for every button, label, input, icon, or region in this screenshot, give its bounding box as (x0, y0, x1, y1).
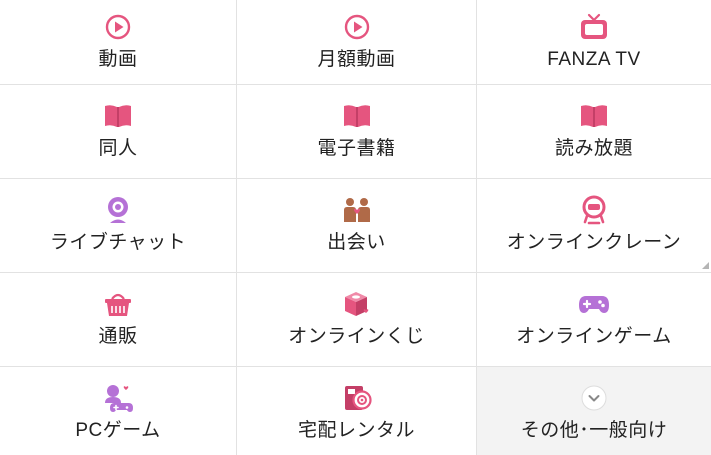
menu-item-label: 動画 (98, 49, 138, 70)
menu-item-label: 宅配レンタル (297, 420, 415, 441)
menu-item-label: オンラインくじ (288, 326, 425, 347)
chevron-down-icon (578, 383, 610, 413)
menu-item-label: ライブチャット (49, 232, 187, 253)
menu-item-dating[interactable]: 出会い (237, 179, 477, 273)
menu-item-online-games[interactable]: オンラインゲーム (477, 273, 711, 367)
menu-item-label: PCゲーム (75, 420, 161, 441)
menu-item-shopping[interactable]: 通販 (0, 273, 237, 367)
menu-item-monthly-video[interactable]: 月額動画 (237, 0, 477, 85)
tv-icon (578, 12, 610, 42)
menu-item-fanza-tv[interactable]: FANZA TV (477, 0, 711, 85)
menu-item-label: オンラインクレーン (506, 232, 682, 253)
menu-item-label: 月額動画 (317, 49, 396, 70)
menu-item-unlimited-reading[interactable]: 読み放題 (477, 85, 711, 179)
menu-item-label: 電子書籍 (317, 138, 396, 159)
menu-item-live-chat[interactable]: ライブチャット (0, 179, 237, 273)
rental-disc-icon (341, 383, 373, 413)
menu-item-others-general[interactable]: その他･一般向け (477, 367, 711, 455)
menu-item-label: 通販 (98, 326, 138, 347)
resize-corner-icon (702, 262, 709, 269)
open-book-icon (341, 101, 373, 131)
menu-item-label: 読み放題 (554, 138, 633, 159)
open-book-icon (578, 101, 610, 131)
menu-item-ebooks[interactable]: 電子書籍 (237, 85, 477, 179)
play-circle-icon (341, 12, 373, 42)
menu-item-video[interactable]: 動画 (0, 0, 237, 85)
couple-icon (341, 195, 373, 225)
crane-game-icon (578, 195, 610, 225)
webcam-icon (102, 195, 134, 225)
pc-game-icon (102, 383, 134, 413)
menu-item-doujin[interactable]: 同人 (0, 85, 237, 179)
menu-item-label: FANZA TV (547, 49, 641, 70)
menu-item-online-crane[interactable]: オンラインクレーン (477, 179, 711, 273)
menu-item-label: 同人 (98, 138, 138, 159)
shopping-basket-icon (102, 289, 134, 319)
lottery-box-icon (341, 289, 373, 319)
service-menu-grid: 動画 月額動画 FANZA TV 同人 電子書籍 読み放題 ライブチャット 出会… (0, 0, 711, 455)
open-book-icon (102, 101, 134, 131)
gamepad-icon (578, 289, 610, 319)
menu-item-label: 出会い (327, 232, 386, 253)
play-circle-icon (102, 12, 134, 42)
menu-item-pc-games[interactable]: PCゲーム (0, 367, 237, 455)
menu-item-label: オンラインゲーム (516, 326, 672, 347)
menu-item-home-rental[interactable]: 宅配レンタル (237, 367, 477, 455)
menu-item-label: その他･一般向け (520, 420, 668, 441)
menu-item-online-lottery[interactable]: オンラインくじ (237, 273, 477, 367)
